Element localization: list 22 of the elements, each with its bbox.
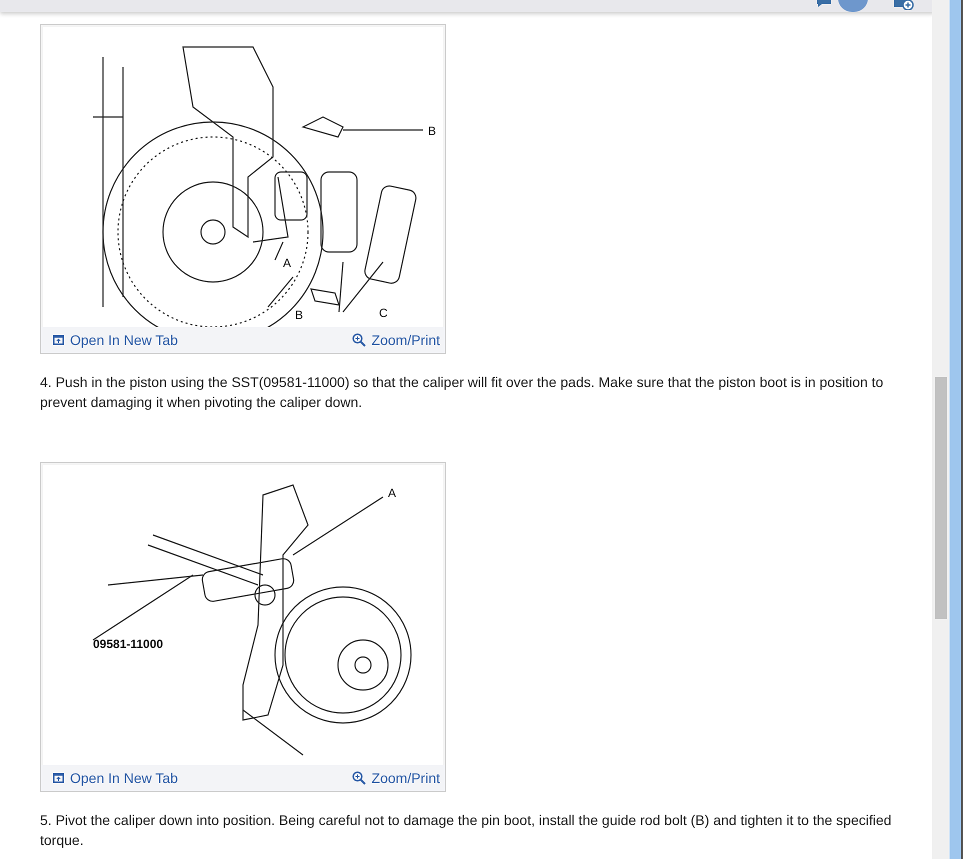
add-quote-icon[interactable]	[894, 0, 916, 10]
callout-label: B	[428, 124, 436, 138]
callout-label: 09581-11000	[93, 637, 164, 651]
zoom-print-link[interactable]: Zoom/Print	[352, 770, 440, 786]
chat-icon[interactable]	[816, 0, 832, 8]
step-text: 5. Pivot the caliper down into position. Being careful not to damage the pin boot, install the guide rod bolt (B) and tighten it to the specified torque.	[40, 811, 892, 850]
callout-label: B	[295, 308, 304, 322]
callout-label: A	[283, 256, 292, 270]
zoom-icon	[352, 333, 366, 347]
new-tab-icon	[53, 773, 64, 783]
count-badge	[838, 0, 868, 12]
zoom-icon	[352, 771, 366, 785]
callout-label: C	[379, 306, 388, 320]
step-text: 4. Push in the piston using the SST(09581-11000) so that the caliper will fit over the pads. Make sure that the piston boot is in position to prevent damaging it when pivoting the caliper down.	[40, 373, 884, 412]
leader-line	[274, 242, 284, 260]
open-in-new-tab-link[interactable]: Open In New Tab	[53, 770, 178, 786]
zoom-print-link[interactable]: Zoom/Print	[352, 332, 440, 348]
leader-line	[268, 276, 294, 308]
callout-label: A	[388, 486, 396, 500]
new-tab-icon	[53, 335, 64, 345]
scrollbar-thumb[interactable]	[935, 377, 948, 619]
open-in-new-tab-link[interactable]: Open In New Tab	[53, 332, 178, 348]
